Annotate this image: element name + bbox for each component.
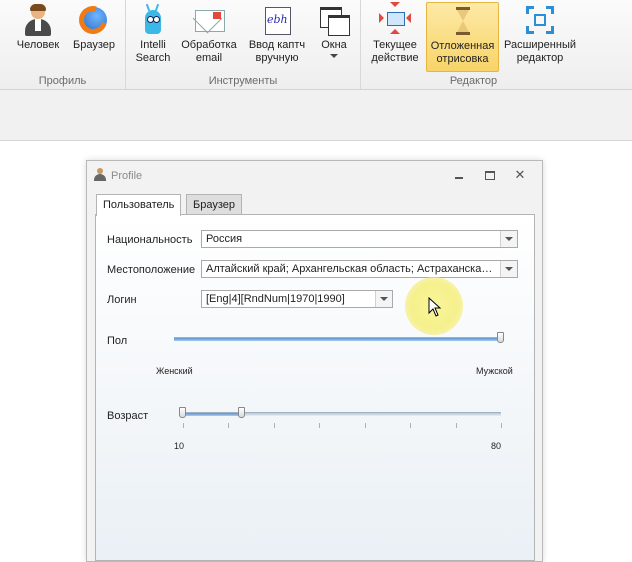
person-icon <box>22 4 54 36</box>
email-processing-button[interactable]: Обработка email <box>178 2 240 70</box>
location-select[interactable]: Алтайский край; Архангельская область; А… <box>201 260 518 278</box>
login-value: [Eng|4][RndNum|1970|1990] <box>206 293 345 305</box>
gender-slider-track[interactable] <box>174 337 501 341</box>
captcha-icon-text: ebh <box>267 13 288 26</box>
gender-slider-fill <box>174 338 501 341</box>
age-slider-tick <box>410 423 412 428</box>
age-slider-ticks <box>183 423 502 428</box>
manual-captcha-label-2: вручную <box>255 52 299 64</box>
nationality-select[interactable]: Россия <box>201 230 518 248</box>
gender-label: Пол <box>107 335 128 347</box>
age-slider-track[interactable] <box>183 412 501 416</box>
person-button-label: Человек <box>16 39 60 51</box>
email-envelope-icon <box>192 3 225 36</box>
windows-icon <box>318 4 350 36</box>
group-label-profile: Профиль <box>38 75 87 87</box>
gender-slider-thumb[interactable] <box>497 332 504 343</box>
location-value: Алтайский край; Архангельская область; А… <box>206 263 495 275</box>
close-button[interactable]: ✕ <box>513 168 527 181</box>
browser-button[interactable]: Браузер <box>68 0 120 70</box>
advanced-editor-label-1: Расширенный <box>504 39 576 51</box>
expand-arrows-icon <box>524 4 556 36</box>
age-slider-tick <box>455 423 457 428</box>
age-label: Возраст <box>107 410 149 422</box>
tab-user[interactable]: Пользователь <box>96 194 182 216</box>
age-slider-fill <box>183 413 243 416</box>
deferred-render-label-2: отрисовка <box>436 53 489 65</box>
age-min-label: 10 <box>174 441 185 451</box>
minimize-button[interactable] <box>452 169 466 181</box>
tab-browser[interactable]: Браузер <box>186 194 242 215</box>
nationality-value: Россия <box>206 233 243 245</box>
dialog-title: Profile <box>111 170 143 182</box>
login-label: Логин <box>107 294 137 306</box>
age-slider-tick <box>364 423 366 428</box>
chevron-down-icon <box>330 54 338 58</box>
current-action-button[interactable]: Текущее действие <box>365 2 425 70</box>
chevron-down-icon[interactable] <box>500 261 517 277</box>
toolbar-strip <box>0 90 632 141</box>
user-tab-panel: Национальность Россия Местоположение Алт… <box>95 214 535 561</box>
ribbon-group-profile: Человек Браузер Профиль <box>0 0 126 89</box>
intelli-search-label-2: Search <box>135 52 171 64</box>
maximize-button[interactable] <box>483 169 497 181</box>
age-slider-tick <box>183 423 184 428</box>
intelli-search-button[interactable]: Intelli Search <box>130 2 176 70</box>
chevron-down-icon[interactable] <box>375 291 392 307</box>
intelli-search-icon <box>137 3 169 36</box>
age-slider-tick <box>501 423 502 428</box>
nationality-label: Национальность <box>107 234 193 246</box>
advanced-editor-button[interactable]: Расширенный редактор <box>501 2 579 70</box>
person-icon <box>94 168 106 181</box>
email-processing-label-2: email <box>195 52 223 64</box>
ribbon-group-tools: Intelli Search Обработка email ebh Ввод … <box>126 0 361 89</box>
mouse-pointer-icon <box>428 297 442 317</box>
windows-dropdown-button[interactable]: Окна <box>313 2 355 70</box>
age-max-label: 80 <box>491 441 502 451</box>
email-processing-label-1: Обработка <box>181 39 237 51</box>
captcha-icon: ebh <box>261 4 293 36</box>
manual-captcha-button[interactable]: ebh Ввод каптч вручную <box>243 2 311 70</box>
gender-right-label: Мужской <box>476 366 513 376</box>
current-action-label-1: Текущее <box>373 39 417 51</box>
manual-captcha-label-1: Ввод каптч <box>248 39 306 51</box>
deferred-render-button[interactable]: Отложенная отрисовка <box>426 2 499 72</box>
deferred-render-label-1: Отложенная <box>430 40 495 52</box>
age-slider-tick <box>273 423 275 428</box>
firefox-icon <box>73 0 113 40</box>
person-button[interactable]: Человек <box>12 2 64 70</box>
windows-label: Окна <box>321 39 347 51</box>
ribbon: Человек Браузер Профиль Intelli Search О… <box>0 0 632 90</box>
age-slider-tick <box>319 423 321 428</box>
chevron-down-icon[interactable] <box>500 231 517 247</box>
current-action-label-2: действие <box>371 52 419 64</box>
age-min-thumb[interactable] <box>179 407 186 418</box>
location-label: Местоположение <box>107 264 196 276</box>
intelli-search-label-1: Intelli <box>140 39 166 51</box>
login-select[interactable]: [Eng|4][RndNum|1970|1990] <box>201 290 393 308</box>
dialog-titlebar[interactable]: Profile ✕ <box>87 161 542 189</box>
age-slider-tick <box>228 423 230 428</box>
hourglass-icon <box>447 5 479 37</box>
ribbon-group-editor: Текущее действие Отложенная отрисовка Ра… <box>361 0 586 89</box>
gender-left-label: Женский <box>156 366 193 376</box>
age-max-thumb[interactable] <box>238 407 246 418</box>
browser-button-label: Браузер <box>73 39 115 51</box>
group-label-editor: Редактор <box>449 75 498 87</box>
current-action-icon <box>379 2 411 36</box>
profile-dialog: Profile ✕ Пользователь Браузер Националь… <box>86 160 543 562</box>
advanced-editor-label-2: редактор <box>516 52 564 64</box>
group-label-tools: Инструменты <box>208 75 278 87</box>
